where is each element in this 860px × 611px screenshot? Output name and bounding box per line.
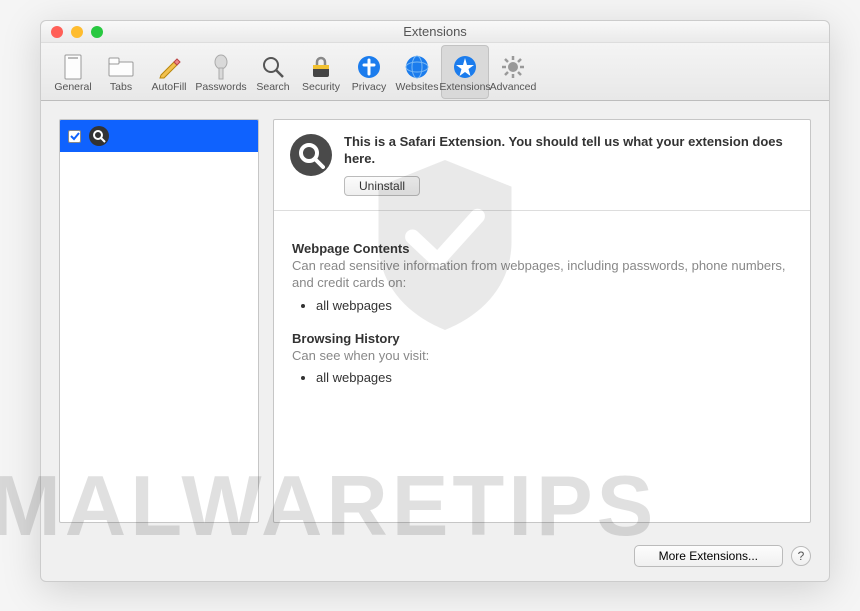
tab-label: AutoFill [151, 81, 186, 93]
tab-extensions[interactable]: Extensions [441, 45, 489, 99]
tab-security[interactable]: Security [297, 45, 345, 99]
advanced-icon [499, 53, 527, 81]
security-icon [307, 53, 335, 81]
privacy-icon [355, 53, 383, 81]
titlebar: Extensions [41, 21, 829, 43]
tab-label: Search [256, 81, 289, 93]
toolbar: General Tabs AutoFill Passwords Search [41, 43, 829, 101]
extension-checkbox[interactable] [68, 130, 81, 143]
tab-privacy[interactable]: Privacy [345, 45, 393, 99]
preferences-window: Extensions General Tabs AutoFill Passwor… [40, 20, 830, 582]
footer: More Extensions... ? [41, 541, 829, 581]
websites-icon [403, 53, 431, 81]
tab-passwords[interactable]: Passwords [193, 45, 249, 99]
search-icon [259, 53, 287, 81]
tab-search[interactable]: Search [249, 45, 297, 99]
extensions-icon [451, 53, 479, 81]
tab-label: Websites [396, 81, 439, 93]
permission-item: all webpages [316, 298, 792, 313]
tab-label: Security [302, 81, 340, 93]
tab-general[interactable]: General [49, 45, 97, 99]
browsing-history-title: Browsing History [292, 331, 792, 346]
webpage-contents-sub: Can read sensitive information from webp… [292, 258, 792, 292]
more-extensions-button[interactable]: More Extensions... [634, 545, 783, 567]
tab-label: Extensions [439, 81, 490, 93]
tab-websites[interactable]: Websites [393, 45, 441, 99]
browsing-history-sub: Can see when you visit: [292, 348, 792, 365]
extension-description: This is a Safari Extension. You should t… [344, 134, 794, 168]
window-title: Extensions [41, 24, 829, 39]
content-area: This is a Safari Extension. You should t… [41, 101, 829, 541]
help-button[interactable]: ? [791, 546, 811, 566]
autofill-icon [155, 53, 183, 81]
tab-label: General [54, 81, 91, 93]
tab-label: Passwords [195, 81, 246, 93]
extension-list-item[interactable] [60, 120, 258, 152]
extensions-sidebar [59, 119, 259, 523]
tab-label: Advanced [490, 81, 537, 93]
tab-label: Tabs [110, 81, 132, 93]
extension-details-panel: This is a Safari Extension. You should t… [273, 119, 811, 523]
general-icon [59, 53, 87, 81]
search-extension-icon [89, 126, 109, 146]
tab-label: Privacy [352, 81, 386, 93]
webpage-contents-title: Webpage Contents [292, 241, 792, 256]
tab-advanced[interactable]: Advanced [489, 45, 537, 99]
tab-autofill[interactable]: AutoFill [145, 45, 193, 99]
tab-tabs[interactable]: Tabs [97, 45, 145, 99]
uninstall-button[interactable]: Uninstall [344, 176, 420, 196]
search-extension-icon [290, 134, 332, 176]
passwords-icon [207, 53, 235, 81]
permission-item: all webpages [316, 370, 792, 385]
tabs-icon [107, 53, 135, 81]
